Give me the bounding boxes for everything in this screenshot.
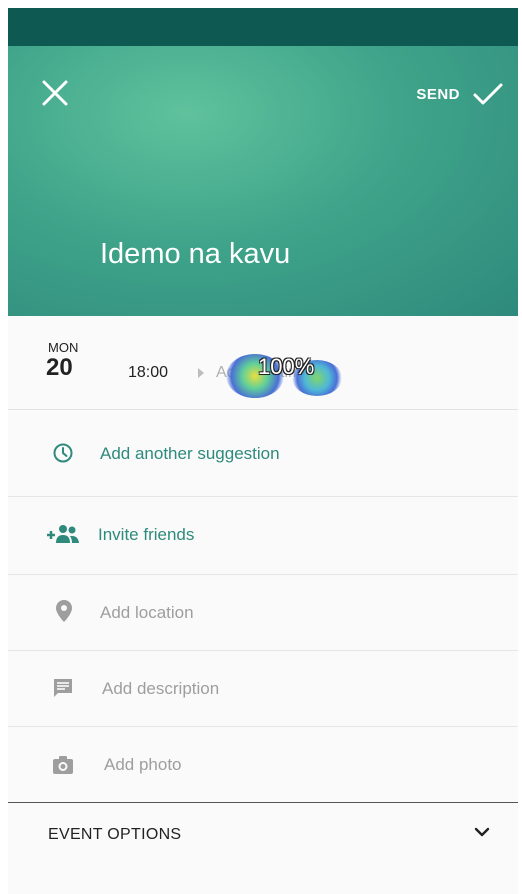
close-icon [42, 80, 68, 106]
heatmap-percent-label: 100% [258, 354, 315, 379]
start-time[interactable]: 18:00 [128, 364, 168, 382]
time-arrow-icon [198, 368, 204, 378]
check-icon [473, 83, 503, 105]
event-header: SEND Idemo na kavu [8, 46, 518, 316]
invite-friends-label: Invite friends [98, 525, 195, 544]
close-button[interactable] [38, 76, 74, 112]
description-icon [52, 677, 74, 699]
event-options-toggle[interactable]: EVENT OPTIONS [8, 804, 518, 894]
date-time-row: MON 20 18:00 Add end time 100% [8, 316, 518, 410]
clock-icon [52, 442, 74, 464]
add-location-row[interactable]: Add location [8, 575, 518, 651]
camera-icon [52, 755, 74, 775]
event-options-label: EVENT OPTIONS [48, 826, 182, 843]
send-button[interactable]: SEND [416, 78, 504, 110]
add-photo-label: Add photo [104, 755, 182, 774]
event-title[interactable]: Idemo na kavu [100, 238, 290, 271]
day-number[interactable]: 20 [46, 354, 73, 382]
add-description-label: Add description [102, 679, 220, 698]
chevron-down-icon [472, 822, 492, 842]
add-location-label: Add location [100, 603, 194, 622]
add-suggestion-row[interactable]: Add another suggestion [8, 410, 518, 497]
send-label: SEND [416, 85, 460, 103]
invite-friends-row[interactable]: Invite friends [8, 497, 518, 575]
location-pin-icon [54, 599, 74, 623]
add-photo-row[interactable]: Add photo [8, 727, 518, 803]
add-suggestion-label: Add another suggestion [100, 444, 280, 463]
app-frame: SEND Idemo na kavu MON 20 18:00 Add end … [8, 8, 518, 894]
add-description-row[interactable]: Add description [8, 651, 518, 727]
add-people-icon [46, 523, 80, 545]
day-name[interactable]: MON [48, 340, 78, 355]
status-bar [8, 8, 518, 46]
